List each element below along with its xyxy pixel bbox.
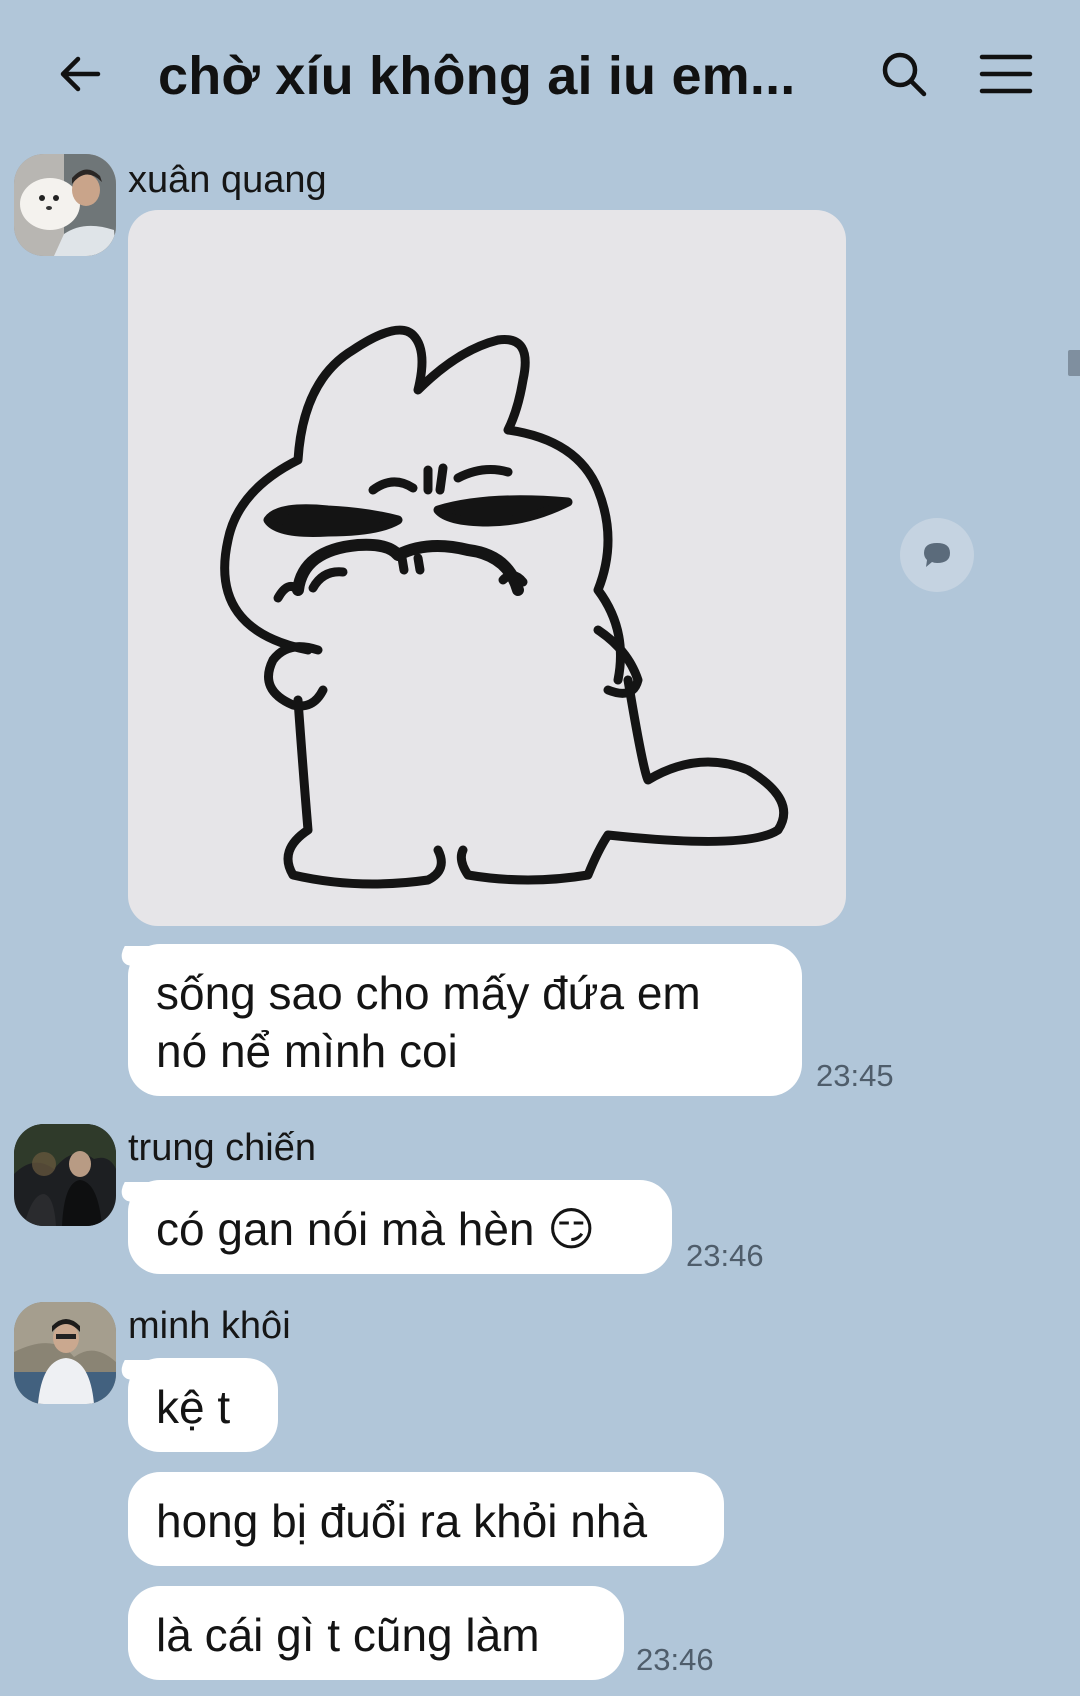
sender-name: trung chiến	[128, 1127, 317, 1169]
message-timestamp: 23:46	[686, 1238, 764, 1273]
avatar-xuan-quang[interactable]	[14, 154, 116, 256]
message-bubble[interactable]: kệ t	[128, 1358, 278, 1452]
message-timestamp: 23:45	[816, 1058, 894, 1093]
avatar-photo-icon	[14, 154, 116, 256]
message-bubble[interactable]: là cái gì t cũng làm	[128, 1586, 624, 1680]
message-bubble[interactable]: hong bị đuổi ra khỏi nhà	[128, 1472, 724, 1566]
chat-title: chờ xíu không ai iu em...	[158, 46, 796, 106]
back-button[interactable]	[48, 42, 112, 106]
speech-bubble-icon	[924, 543, 950, 567]
scrollbar-handle[interactable]	[1068, 350, 1080, 376]
message-timestamp: 23:46	[636, 1642, 714, 1677]
search-icon	[882, 52, 927, 97]
message-line: nó nể mình coi	[156, 1025, 458, 1077]
message-bubble[interactable]: sống sao cho mấy đứa em nó nể mình coi	[128, 944, 802, 1096]
sticker-image[interactable]	[128, 210, 846, 926]
message-line: là cái gì t cũng làm	[156, 1609, 540, 1661]
avatar-minh-khoi[interactable]	[14, 1302, 116, 1404]
menu-button[interactable]	[974, 42, 1038, 106]
hamburger-menu-icon	[979, 54, 1033, 94]
message-line: kệ t	[156, 1381, 231, 1433]
message-line: có gan nói mà hèn 😏	[156, 1203, 596, 1255]
avatar-photo-icon	[14, 1124, 116, 1226]
message-line: sống sao cho mấy đứa em	[156, 967, 701, 1019]
grumpy-blob-sticker	[220, 325, 789, 889]
sender-name: minh khôi	[128, 1305, 291, 1347]
message-line: hong bị đuổi ra khỏi nhà	[156, 1495, 648, 1547]
arrow-left-icon	[60, 56, 101, 92]
search-button[interactable]	[872, 42, 936, 106]
sender-name: xuân quang	[128, 159, 327, 201]
avatar-photo-icon	[14, 1302, 116, 1404]
avatar-trung-chien[interactable]	[14, 1124, 116, 1226]
chat-header: chờ xíu không ai iu em...	[0, 0, 1080, 150]
reply-button[interactable]	[900, 518, 974, 592]
message-bubble[interactable]: có gan nói mà hèn 😏	[128, 1180, 672, 1274]
